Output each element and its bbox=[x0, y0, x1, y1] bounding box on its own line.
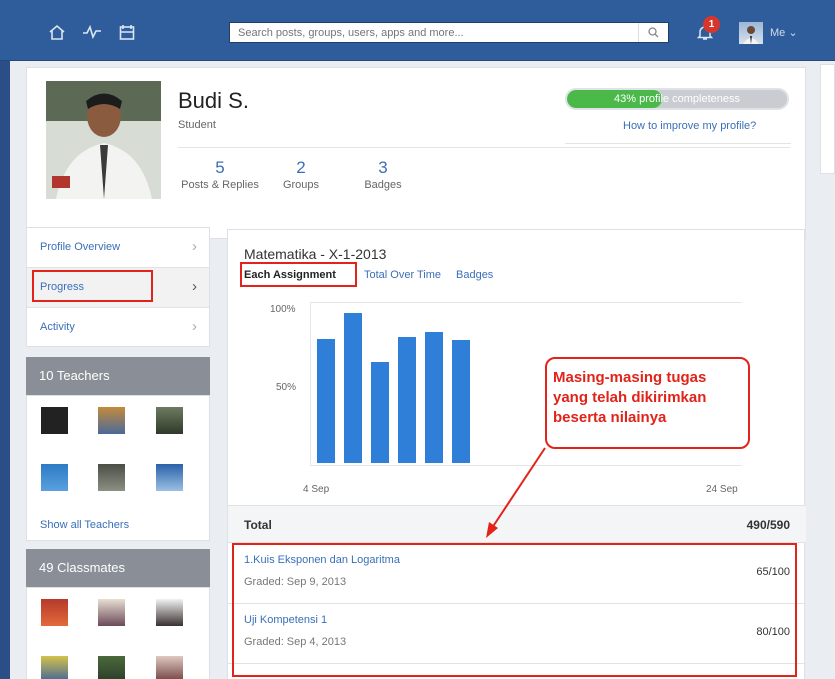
classmate-avatar[interactable] bbox=[98, 656, 125, 679]
annotation-line: yang telah dikirimkan bbox=[553, 389, 707, 406]
teachers-grid: Show all Teachers bbox=[26, 395, 210, 541]
show-all-teachers-link[interactable]: Show all Teachers bbox=[40, 519, 129, 531]
annotation-tab-highlight bbox=[240, 262, 357, 287]
course-title: Matematika - X-1-2013 bbox=[244, 246, 387, 262]
classmates-grid bbox=[26, 587, 210, 679]
me-menu[interactable]: Me ⌄ bbox=[770, 26, 798, 39]
tab-badges[interactable]: Badges bbox=[456, 269, 493, 281]
stat-posts[interactable]: 5 Posts & Replies bbox=[178, 158, 262, 191]
chart-bar[interactable] bbox=[425, 331, 443, 463]
profile-role: Student bbox=[178, 119, 216, 131]
user-avatar[interactable] bbox=[739, 22, 763, 44]
chevron-right-icon: › bbox=[192, 318, 197, 335]
total-value: 490/590 bbox=[746, 518, 790, 532]
teacher-avatar[interactable] bbox=[41, 407, 68, 434]
chart-bar[interactable] bbox=[398, 337, 416, 463]
stat-badges-label: Badges bbox=[364, 179, 402, 191]
annotation-callout: Masing-masing tugas yang telah dikirimka… bbox=[545, 357, 750, 449]
classmate-avatar[interactable] bbox=[156, 599, 183, 626]
divider bbox=[565, 143, 791, 144]
calendar-icon[interactable] bbox=[116, 22, 138, 42]
x-tick-label: 24 Sep bbox=[706, 484, 738, 495]
stat-badges[interactable]: 3 Badges bbox=[363, 158, 403, 191]
profile-completeness-text: 43% profile completeness bbox=[614, 93, 740, 105]
teacher-avatar[interactable] bbox=[156, 464, 183, 491]
teacher-avatar[interactable] bbox=[156, 407, 183, 434]
search-input[interactable] bbox=[230, 23, 630, 42]
menu-item-label: Activity bbox=[40, 321, 75, 333]
annotation-line: beserta nilainya bbox=[553, 409, 667, 426]
stat-posts-label: Posts & Replies bbox=[181, 179, 259, 191]
classmate-avatar[interactable] bbox=[41, 656, 68, 679]
stat-posts-value: 5 bbox=[215, 158, 225, 177]
notification-count-badge[interactable]: 1 bbox=[703, 16, 720, 33]
teachers-header[interactable]: 10 Teachers bbox=[26, 357, 210, 395]
y-tick-label: 100% bbox=[270, 304, 296, 315]
chevron-right-icon: › bbox=[192, 238, 197, 255]
teacher-avatar[interactable] bbox=[41, 464, 68, 491]
activity-pulse-icon[interactable] bbox=[81, 22, 103, 42]
stat-groups-value: 2 bbox=[296, 158, 306, 177]
divider bbox=[178, 147, 790, 148]
home-icon[interactable] bbox=[46, 22, 68, 42]
chart-bar[interactable] bbox=[344, 312, 362, 463]
menu-item-activity[interactable]: Activity › bbox=[27, 308, 209, 348]
teacher-avatar[interactable] bbox=[98, 464, 125, 491]
total-row: Total 490/590 bbox=[228, 505, 806, 543]
stat-badges-value: 3 bbox=[378, 158, 388, 177]
teacher-avatar[interactable] bbox=[98, 407, 125, 434]
chart-bar[interactable] bbox=[371, 362, 389, 463]
top-navigation-bar: 1 Me ⌄ bbox=[0, 0, 835, 61]
annotation-assignments-highlight bbox=[232, 543, 797, 677]
chart-bar[interactable] bbox=[317, 338, 335, 463]
chevron-right-icon: › bbox=[192, 278, 197, 295]
profile-photo bbox=[46, 81, 161, 199]
search-box[interactable] bbox=[229, 22, 669, 43]
menu-item-profile-overview[interactable]: Profile Overview › bbox=[27, 228, 209, 268]
x-tick-label: 4 Sep bbox=[303, 484, 330, 495]
search-button[interactable] bbox=[638, 23, 668, 42]
tab-total-over-time[interactable]: Total Over Time bbox=[364, 269, 441, 281]
stat-groups-label: Groups bbox=[282, 179, 320, 191]
profile-name: Budi S. bbox=[178, 88, 249, 113]
annotation-line: Masing-masing tugas bbox=[553, 369, 707, 386]
chart-bar[interactable] bbox=[452, 340, 470, 463]
improve-profile-link[interactable]: How to improve my profile? bbox=[623, 120, 756, 132]
right-side-widget bbox=[820, 64, 835, 174]
stat-groups[interactable]: 2 Groups bbox=[281, 158, 321, 191]
classmates-header[interactable]: 49 Classmates bbox=[26, 549, 210, 587]
search-icon bbox=[648, 27, 659, 38]
classmate-avatar[interactable] bbox=[156, 656, 183, 679]
total-label: Total bbox=[244, 518, 272, 532]
classmate-avatar[interactable] bbox=[41, 599, 68, 626]
menu-item-label: Profile Overview bbox=[40, 241, 121, 253]
y-tick-label: 50% bbox=[276, 382, 297, 393]
annotation-progress-highlight bbox=[32, 270, 153, 302]
profile-card: Budi S. Student 5 Posts & Replies 2 Grou… bbox=[26, 67, 806, 239]
classmate-avatar[interactable] bbox=[98, 599, 125, 626]
profile-completeness-bar: 43% profile completeness bbox=[565, 88, 789, 110]
